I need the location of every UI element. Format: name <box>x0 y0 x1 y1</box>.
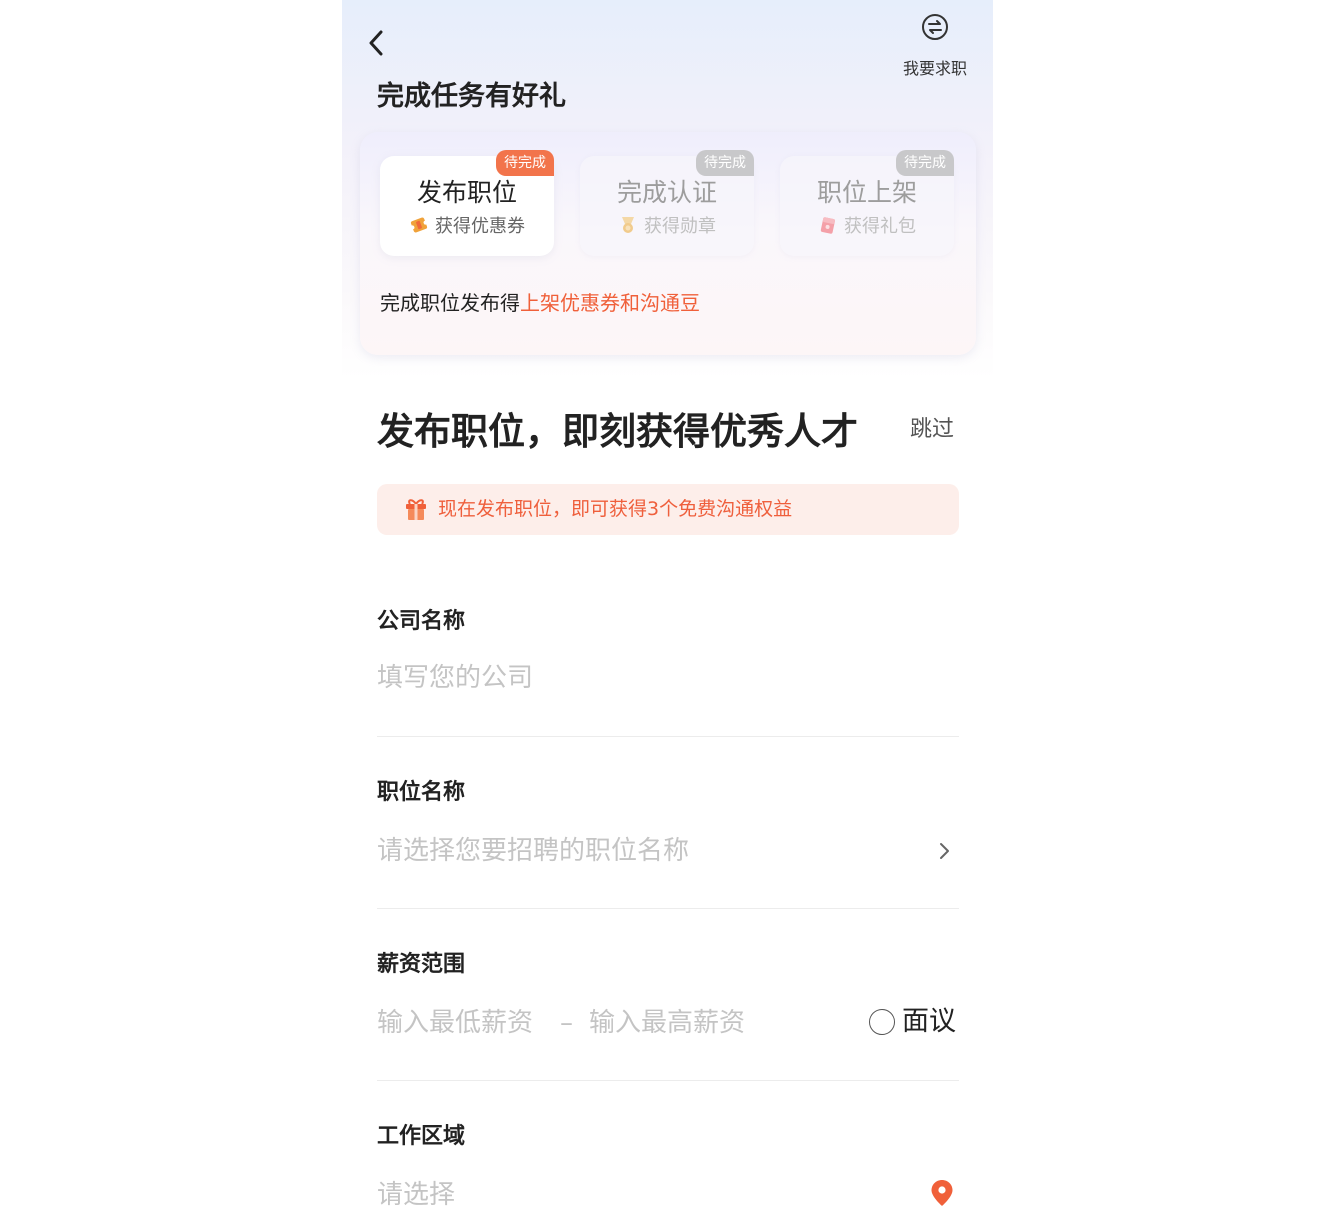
task-verify[interactable]: 待完成 完成认证 获得勋章 <box>580 150 754 256</box>
coupon-icon <box>410 217 428 233</box>
company-input[interactable]: 填写您的公司 <box>377 660 533 696</box>
task-publish-job[interactable]: 待完成 发布职位 获得优惠券 <box>380 150 554 256</box>
promo-text: 现在发布职位，即可获得3个免费沟通权益 <box>438 498 793 520</box>
task-list-job[interactable]: 待完成 职位上架 获得礼包 <box>780 150 954 256</box>
skip-button[interactable]: 跳过 <box>910 414 954 446</box>
salary-label: 薪资范围 <box>377 952 466 977</box>
divider <box>377 736 959 737</box>
salary-separator: – <box>560 1008 573 1038</box>
task-reward: 获得优惠券 <box>380 214 554 240</box>
task-name: 职位上架 <box>816 178 917 207</box>
task-section-title: 完成任务有好礼 <box>377 81 566 112</box>
divider <box>377 1080 959 1081</box>
switch-to-jobseeker-button[interactable]: 我要求职 <box>890 10 980 78</box>
position-label: 职位名称 <box>377 780 466 805</box>
task-reward: 获得礼包 <box>780 214 954 240</box>
chevron-left-icon <box>369 30 383 56</box>
negotiable-radio[interactable] <box>869 1009 895 1035</box>
location-pin-icon[interactable] <box>929 1178 955 1208</box>
task-card: 待完成 发布职位 获得优惠券 待完成 完成认证 获得勋章 待完成 职位上架 获得… <box>360 132 976 355</box>
gift-icon <box>406 499 426 520</box>
area-select[interactable]: 请选择 <box>377 1177 455 1213</box>
medal-icon <box>622 217 634 233</box>
switch-label: 我要求职 <box>902 59 967 78</box>
task-name: 完成认证 <box>616 178 717 207</box>
task-hint: 完成职位发布得上架优惠券和沟通豆 <box>380 291 700 315</box>
divider <box>377 908 959 909</box>
gift-bag-icon <box>820 217 835 234</box>
area-label: 工作区域 <box>377 1124 466 1149</box>
page-headline: 发布职位，即刻获得优秀人才 <box>377 410 858 453</box>
phone-screen: 我要求职 完成任务有好礼 待完成 发布职位 获得优惠券 待完成 完成认证 获得勋… <box>342 0 993 1228</box>
status-badge: 待完成 <box>496 150 554 176</box>
task-reward: 获得勋章 <box>580 214 754 240</box>
company-label: 公司名称 <box>377 609 466 634</box>
switch-arrows-icon <box>922 14 948 40</box>
task-name: 发布职位 <box>416 178 517 207</box>
promo-banner: 现在发布职位，即可获得3个免费沟通权益 <box>377 484 959 535</box>
status-badge: 待完成 <box>896 150 954 176</box>
salary-max-input[interactable]: 输入最高薪资 <box>589 1005 745 1041</box>
status-badge: 待完成 <box>696 150 754 176</box>
salary-min-input[interactable]: 输入最低薪资 <box>377 1005 533 1041</box>
chevron-right-icon[interactable] <box>934 840 954 862</box>
position-select[interactable]: 请选择您要招聘的职位名称 <box>377 833 689 869</box>
back-button[interactable] <box>360 26 394 60</box>
negotiable-label[interactable]: 面议 <box>902 1004 956 1040</box>
task-hint-highlight: 上架优惠券和沟通豆 <box>520 291 700 315</box>
